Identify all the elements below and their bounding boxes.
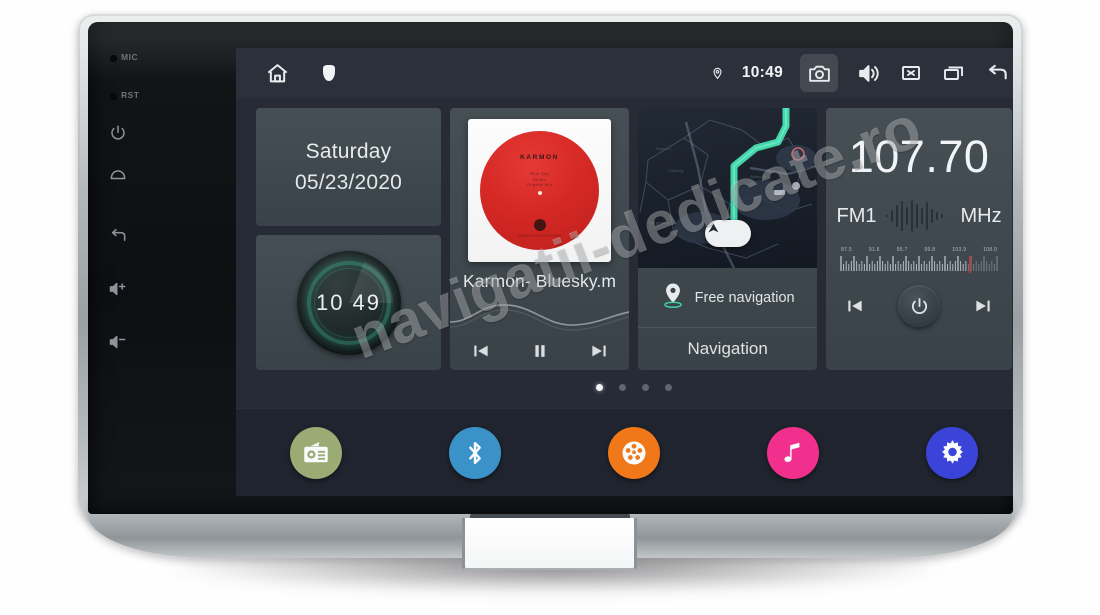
svg-text:Canberg: Canberg — [668, 168, 683, 173]
device-face: MIC RST 10:49 Saturday 05/23/2020 10 49 … — [88, 22, 1013, 514]
page-indicator — [236, 384, 1013, 391]
music-widget[interactable]: KARMON Blue Sky Remix Original Mix KARMON … — [450, 108, 630, 370]
radio-band-label: FM1 — [836, 204, 877, 227]
pause-icon[interactable] — [529, 340, 551, 362]
vinyl-emblem — [533, 219, 546, 231]
album-brand-label: KARMON — [520, 154, 559, 161]
page-dot[interactable] — [665, 384, 672, 391]
volume-up-button[interactable] — [105, 276, 131, 302]
music-controls — [450, 340, 629, 362]
next-station-icon[interactable] — [972, 295, 994, 317]
widget-area: Saturday 05/23/2020 10 49 KARMON Blue Sk… — [256, 108, 1012, 370]
page-dot[interactable] — [642, 384, 649, 391]
mount-bracket — [462, 518, 637, 570]
mic-label: MIC — [121, 52, 139, 62]
mute-x-icon[interactable] — [898, 60, 924, 86]
volume-down-button[interactable] — [105, 329, 131, 355]
scale-tick-label: 91.6 — [868, 247, 880, 253]
app-dock — [236, 408, 1013, 496]
previous-track-icon[interactable] — [470, 340, 492, 362]
previous-station-icon[interactable] — [844, 295, 866, 317]
date-value-label: 05/23/2020 — [294, 170, 403, 194]
clock-dial: 10 49 — [296, 250, 401, 355]
location-pin-icon — [711, 64, 725, 82]
page-dot[interactable] — [596, 384, 603, 391]
scale-tick-label: 99.8 — [924, 247, 936, 253]
scale-tick-label: 103.9 — [952, 247, 967, 253]
dock-settings[interactable] — [926, 426, 979, 479]
camera-icon[interactable] — [800, 54, 838, 92]
status-bar: 10:49 — [236, 48, 1013, 98]
track-title: Karmon- Bluesky.m — [462, 271, 617, 291]
clock-widget[interactable]: 10 49 — [256, 235, 441, 370]
map-preview: Ross Ln Canberg Abbey St The great st — [638, 108, 818, 268]
status-bar-right: 10:49 — [711, 54, 1010, 92]
radio-equalizer — [884, 199, 954, 233]
back-arrow-icon[interactable] — [984, 60, 1010, 86]
power-icon[interactable] — [898, 285, 941, 327]
scale-tick-label: 87.5 — [841, 247, 852, 253]
svg-text:Abbey St: Abbey St — [750, 174, 767, 179]
date-widget[interactable]: Saturday 05/23/2020 — [256, 108, 441, 226]
map-pin-icon — [661, 282, 685, 314]
navigation-title: Navigation — [687, 339, 768, 358]
next-track-icon[interactable] — [588, 340, 610, 362]
radio-frequency: 107.70 — [848, 131, 990, 182]
free-navigation-label: Free navigation — [694, 289, 795, 306]
radio-tuning-scale[interactable]: 87.5 91.6 95.7 99.8 103.9 108.0 — [839, 247, 999, 273]
scale-tick-label: 108.0 — [983, 247, 998, 253]
vinyl-label: KARMON Blue Sky Remix Original Mix KARMON … — [480, 131, 600, 250]
status-bar-left — [264, 60, 342, 86]
radio-scale-labels: 87.5 91.6 95.7 99.8 103.9 108.0 — [839, 247, 999, 254]
bezel-button-column: MIC RST — [88, 22, 150, 514]
dock-bluetooth[interactable] — [448, 426, 501, 479]
power-button[interactable] — [105, 120, 131, 146]
screenshot-root: MIC RST 10:49 Saturday 05/23/2020 10 49 … — [0, 0, 1100, 615]
dock-video[interactable] — [607, 426, 660, 479]
home-icon[interactable] — [264, 60, 290, 86]
free-navigation-row[interactable]: Free navigation — [638, 268, 818, 328]
radio-controls — [844, 285, 994, 327]
navigation-arrow-icon — [704, 220, 751, 247]
clock-time-label: 10 49 — [315, 289, 382, 315]
navigation-widget[interactable]: Ross Ln Canberg Abbey St The great st Fr… — [638, 108, 818, 370]
status-bar-clock: 10:49 — [741, 64, 783, 81]
recents-icon[interactable] — [941, 60, 967, 86]
speaker-icon[interactable] — [855, 60, 881, 86]
audio-waveform — [450, 296, 630, 338]
radio-widget[interactable]: 107.70 FM1 MHz 87.5 91.6 95.7 99.8 103.9… — [826, 108, 1012, 370]
vinyl-center-hole — [537, 191, 542, 195]
page-dot[interactable] — [619, 384, 626, 391]
touchscreen[interactable]: 10:49 Saturday 05/23/2020 10 49 KARMON B… — [236, 48, 1013, 496]
album-art: KARMON Blue Sky Remix Original Mix KARMON … — [468, 119, 612, 262]
dock-radio[interactable] — [289, 426, 342, 479]
svg-text:The great st: The great st — [648, 220, 670, 225]
radio-unit-label: MHz — [960, 204, 1002, 227]
album-footer-label: KARMON RECORDINGS — [517, 234, 562, 238]
widget-column-left: Saturday 05/23/2020 10 49 — [256, 108, 441, 370]
date-day-label: Saturday — [305, 139, 392, 163]
album-tracklist-label: Blue Sky Remix Original Mix — [526, 171, 553, 187]
shield-icon — [316, 60, 342, 86]
back-button[interactable] — [105, 223, 131, 249]
svg-text:Ross Ln: Ross Ln — [656, 146, 671, 151]
reset-led — [110, 93, 117, 100]
mic-led — [110, 55, 117, 62]
reset-label: RST — [121, 90, 140, 100]
scale-tick-label: 95.7 — [896, 247, 908, 253]
dock-music[interactable] — [767, 426, 820, 479]
radio-band-row: FM1 MHz — [826, 199, 1012, 233]
radio-scale-ticks — [839, 254, 999, 273]
home-button[interactable] — [105, 163, 131, 189]
